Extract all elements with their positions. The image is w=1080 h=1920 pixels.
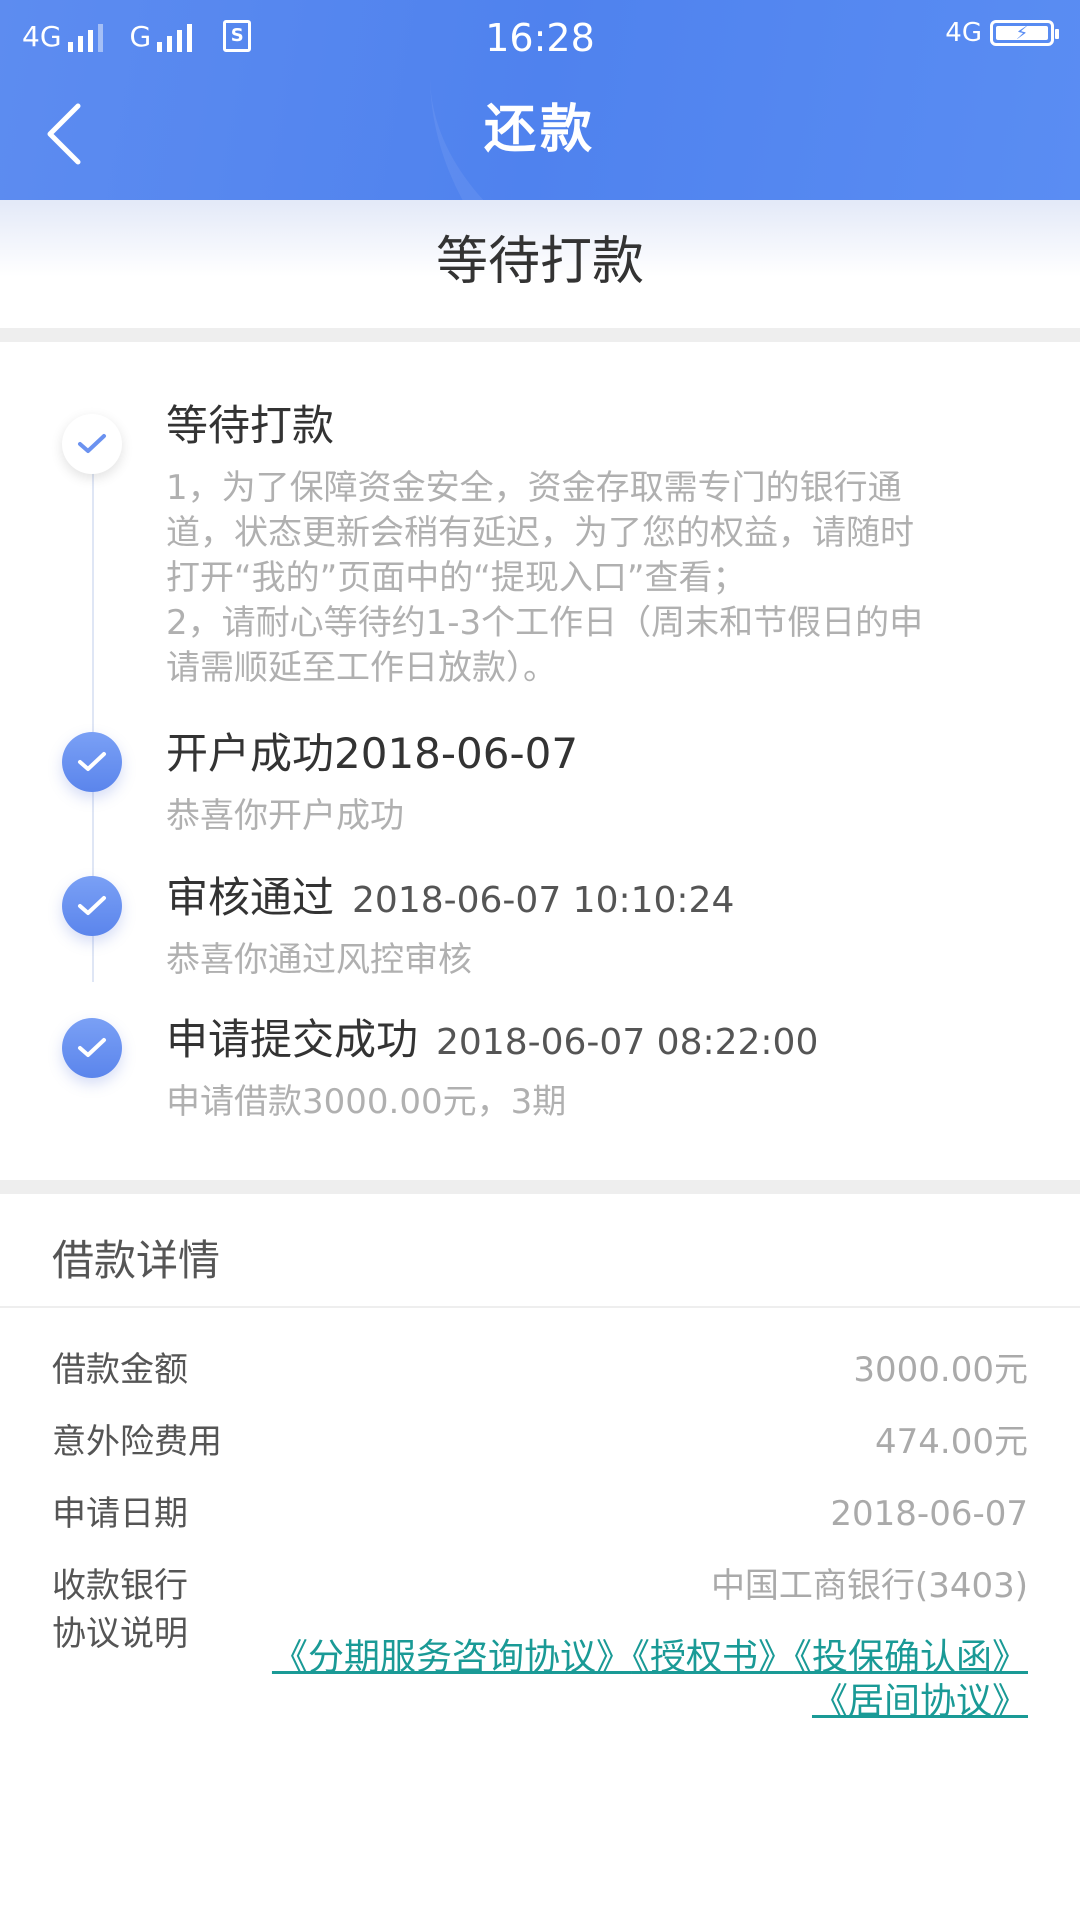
agreement-link-intermediary[interactable]: 《居间协议》: [812, 1681, 1028, 1722]
status-right: 4G ⚡: [945, 18, 1059, 48]
section-divider: [0, 328, 1080, 342]
status-bar: 4G G S 16:28 4G ⚡: [0, 0, 1080, 76]
status-banner-text: 等待打款: [435, 232, 644, 292]
check-icon: [62, 414, 122, 474]
agreement-link-authorization[interactable]: 《授权书》: [632, 1637, 794, 1678]
agreement-links: 《分期服务咨询协议》《授权书》《投保确认函》《居间协议》: [268, 1636, 1028, 1724]
agreement-link-service[interactable]: 《分期服务咨询协议》: [272, 1637, 632, 1678]
timeline-step-time: 2018-06-07 08:22:00: [436, 1022, 819, 1063]
progress-timeline: 等待打款 1，为了保障资金安全，资金存取需专门的银行通 道，状态更新会稍有延迟，…: [0, 342, 1080, 1180]
details-divider: [0, 1306, 1080, 1308]
timeline-step-title: 审核通过 2018-06-07 10:10:24: [166, 873, 735, 922]
timeline-step-title: 等待打款: [166, 401, 335, 450]
nav-bar: 还款: [0, 76, 1080, 200]
detail-value: 3000.00元: [853, 1350, 1028, 1390]
battery-charging-icon: ⚡: [990, 20, 1059, 46]
details-heading: 借款详情: [52, 1236, 221, 1285]
timeline-step-desc: 申请借款3000.00元，3期: [166, 1082, 567, 1122]
header: 4G G S 16:28 4G ⚡ 还款: [0, 0, 1080, 200]
detail-value: 474.00元: [875, 1422, 1028, 1462]
timeline-step-time: 2018-06-07 10:10:24: [352, 880, 735, 921]
detail-label: 收款银行: [52, 1566, 188, 1606]
timeline-step-title: 申请提交成功 2018-06-07 08:22:00: [166, 1015, 819, 1064]
detail-label: 申请日期: [52, 1494, 188, 1534]
timeline-step-desc: 恭喜你开户成功: [166, 796, 404, 836]
agreement-link-insurance[interactable]: 《投保确认函》: [794, 1637, 1028, 1678]
check-icon: [62, 876, 122, 936]
agreement-label: 协议说明: [52, 1614, 188, 1654]
detail-label: 意外险费用: [52, 1422, 222, 1462]
network-type: 4G: [945, 18, 982, 48]
detail-label: 借款金额: [52, 1350, 188, 1390]
section-divider: [0, 1180, 1080, 1194]
page-title: 还款: [483, 100, 596, 160]
detail-value: 中国工商银行(3403): [710, 1566, 1028, 1606]
status-banner: 等待打款: [0, 200, 1080, 328]
check-icon: [62, 732, 122, 792]
detail-value: 2018-06-07: [830, 1494, 1028, 1534]
status-time: 16:28: [485, 16, 595, 60]
check-icon: [62, 1018, 122, 1078]
timeline-step-title: 开户成功2018-06-07: [166, 729, 579, 778]
timeline-step-desc: 恭喜你通过风控审核: [166, 940, 472, 980]
timeline-step-desc: 1，为了保障资金安全，资金存取需专门的银行通 道，状态更新会稍有延迟，为了您的权…: [166, 468, 924, 688]
